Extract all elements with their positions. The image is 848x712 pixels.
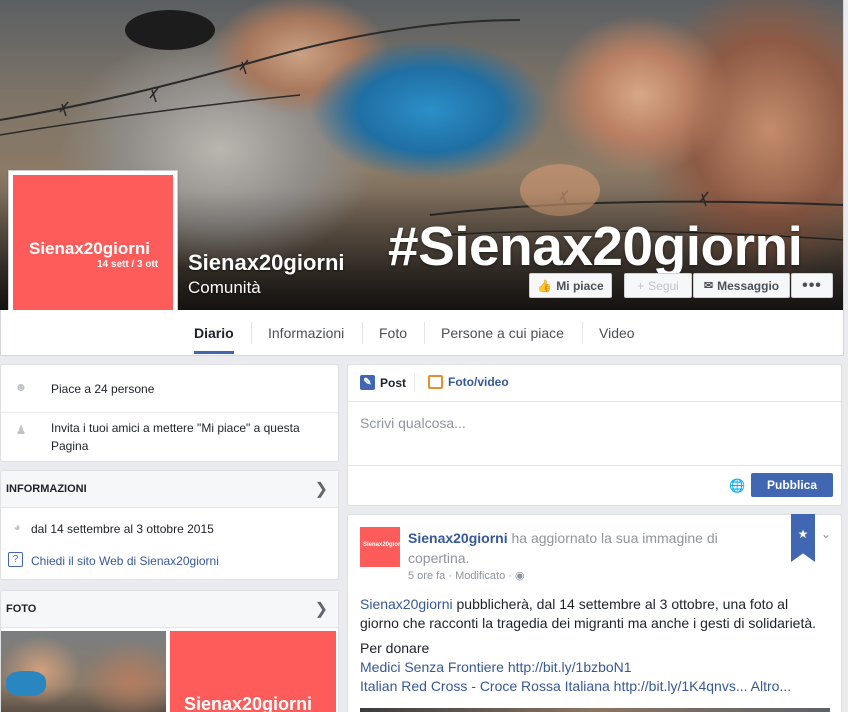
message-label: Messaggio: [717, 278, 780, 293]
post-image[interactable]: [360, 708, 830, 712]
follow-button[interactable]: + Segui: [624, 273, 692, 298]
chat-bubble-icon: ✉: [703, 280, 714, 292]
tab-video[interactable]: Video: [599, 310, 635, 355]
chevron-down-icon[interactable]: ⌄: [821, 527, 831, 541]
profile-brand-text: Sienax20giorni: [29, 239, 150, 258]
composer-tab-photo-label: Foto/video: [448, 375, 509, 389]
post-header: Sienax20giorni ha aggiornato la sua imma…: [408, 528, 768, 568]
post-text-paragraph: Sienax20giorni pubblicherà, dal 14 sette…: [360, 595, 830, 633]
thumbs-up-icon: 👍: [537, 278, 553, 293]
info-dates-text: dal 14 settembre al 3 ottobre 2015: [31, 522, 214, 536]
profile-dates-text: 14 sett / 3 ott: [97, 259, 159, 270]
red-cross-link[interactable]: Italian Red Cross - Croce Rossa Italiana…: [360, 678, 748, 694]
pencil-icon: ✎: [360, 375, 375, 390]
photo-thumbnail[interactable]: [1, 631, 166, 712]
page-tabs-bar: Diario Informazioni Foto Persone a cui p…: [0, 310, 844, 356]
donate-label: Per donare: [360, 640, 430, 656]
tab-diario[interactable]: Diario: [194, 310, 234, 354]
info-header-label: INFORMAZIONI: [6, 483, 87, 495]
like-label: Mi piace: [556, 278, 604, 293]
photos-card: FOTO ❯ Sienax20giorni: [0, 590, 339, 712]
likes-card: ☻ Piace a 24 persone ♟ Invita i tuoi ami…: [0, 364, 339, 462]
globe-icon: ◉: [515, 570, 525, 582]
question-icon: ?: [8, 552, 23, 567]
photo-icon: [428, 375, 443, 389]
composer-card: ✎ Post Foto/video Scrivi qualcosa... 🌐 P…: [347, 364, 842, 506]
composer-tab-post-label: Post: [380, 375, 407, 390]
chevron-right-icon: ❯: [314, 601, 328, 618]
post-timestamp[interactable]: 5 ore fa · Modificato ·: [408, 570, 512, 582]
composer-tab-post[interactable]: ✎ Post: [360, 375, 406, 390]
composer-tab-divider: [414, 374, 415, 392]
photo-thumbnail[interactable]: Sienax20giorni: [170, 631, 336, 712]
follow-label: Segui: [648, 278, 679, 293]
tab-foto[interactable]: Foto: [379, 310, 407, 355]
tab-divider: [251, 322, 252, 344]
tab-informazioni[interactable]: Informazioni: [268, 310, 344, 355]
photos-header-label: FOTO: [6, 603, 37, 615]
add-person-icon: ♟: [15, 423, 27, 437]
composer-tab-photo[interactable]: Foto/video: [428, 375, 509, 389]
publish-button[interactable]: Pubblica: [751, 473, 833, 497]
message-button[interactable]: ✉ Messaggio: [693, 273, 790, 298]
post-author-link[interactable]: Sienax20giorni: [408, 530, 508, 546]
avatar-brand-text: Sienax20giorni: [363, 542, 406, 548]
post-body: Sienax20giorni pubblicherà, dal 14 sette…: [360, 595, 830, 696]
plus-icon: +: [637, 278, 645, 293]
divider: [1, 412, 338, 413]
tab-divider: [362, 322, 363, 344]
photos-header[interactable]: FOTO ❯: [1, 591, 338, 628]
divider: [348, 465, 841, 466]
clock-icon: ◕: [13, 520, 21, 534]
see-more-link[interactable]: Altro...: [751, 678, 791, 694]
composer-input[interactable]: Scrivi qualcosa...: [360, 415, 466, 431]
invite-friends-link[interactable]: Invita i tuoi amici a mettere "Mi piace"…: [51, 419, 328, 455]
like-page-button[interactable]: 👍 Mi piace: [529, 273, 612, 298]
red-cross-row: Italian Red Cross - Croce Rossa Italiana…: [360, 677, 830, 696]
more-options-button[interactable]: •••: [791, 273, 833, 298]
chevron-right-icon: ❯: [314, 481, 328, 498]
likes-count-text[interactable]: Piace a 24 persone: [51, 380, 328, 398]
child-figure: [6, 671, 46, 696]
star-ribbon-icon[interactable]: ★: [791, 514, 815, 562]
thumbnail-brand-text: Sienax20giorni: [184, 694, 313, 712]
tab-divider: [424, 322, 425, 344]
info-header[interactable]: INFORMAZIONI ❯: [1, 471, 338, 508]
divider: [348, 401, 841, 402]
info-card: INFORMAZIONI ❯ ◕ dal 14 settembre al 3 o…: [0, 470, 339, 580]
post-author-avatar[interactable]: Sienax20giorni: [360, 527, 406, 567]
tab-persone[interactable]: Persone a cui piace: [441, 310, 564, 355]
ask-website-link[interactable]: Chiedi il sito Web di Sienax20giorni: [31, 552, 328, 570]
post-meta: 5 ore fa · Modificato · ◉: [408, 569, 525, 582]
page-category[interactable]: Comunità: [188, 278, 261, 298]
tab-divider: [582, 322, 583, 344]
post-body-page-link[interactable]: Sienax20giorni: [360, 596, 453, 612]
page-title[interactable]: Sienax20giorni: [188, 250, 345, 276]
globe-icon[interactable]: 🌐: [729, 478, 745, 494]
cover-hashtag: #Sienax20giorni: [388, 215, 803, 277]
post-card: Sienax20giorni Sienax20giorni ha aggiorn…: [347, 514, 842, 712]
people-icon: ☻: [14, 380, 28, 394]
msf-link[interactable]: Medici Senza Frontiere http://bit.ly/1bz…: [360, 658, 830, 677]
